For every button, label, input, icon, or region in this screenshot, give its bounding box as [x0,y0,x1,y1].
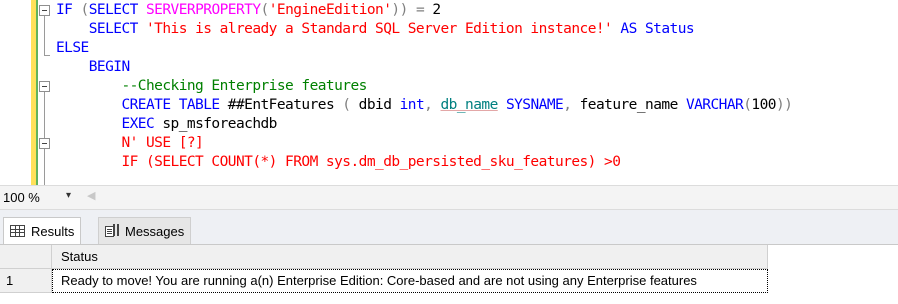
zoom-bar: 100 % ▾ ◀ [0,185,898,210]
code-token: feature_name [579,97,686,113]
results-grid: Status 1 Ready to move! You are running … [0,244,898,304]
row-number[interactable]: 1 [0,269,52,293]
code-token: )) [775,97,793,113]
sql-editor[interactable]: IF (SELECT SERVERPROPERTY('EngineEdition… [0,0,898,185]
code-line[interactable]: N' USE [?] [56,134,203,153]
code-token: CREATE TABLE [56,97,228,113]
results-tabs: Results Messages [0,210,898,244]
select-all-cell[interactable] [0,245,52,269]
collapse-exec-icon[interactable] [39,138,50,149]
code-token: IF (SELECT COUNT(*) FROM sys.dm_db_persi… [56,154,621,170]
code-token: db_name [440,97,499,113]
code-token: , [424,97,441,113]
code-token: ( [334,97,359,113]
code-token: SELECT [88,2,146,18]
code-token: SELECT [56,21,146,37]
fold-guide-if [44,11,45,55]
code-token: 'This is already a Standard SQL Server E… [145,21,613,37]
zoom-dropdown-icon[interactable]: ▾ [66,190,71,201]
status-cell[interactable]: Ready to move! You are running a(n) Ente… [52,269,768,293]
collapse-if-icon[interactable] [39,5,50,16]
code-token: 100 [751,97,776,113]
code-token: BEGIN [56,59,130,75]
tab-messages[interactable]: Messages [98,217,192,244]
grid-header-row: Status [0,245,898,269]
code-token: N' USE [?] [56,135,204,151]
code-token: 2 [432,2,441,18]
code-token: VARCHAR [685,97,744,113]
code-token: Status [644,21,695,37]
tab-messages-label: Messages [125,223,185,239]
code-token: sp_msforeachdb [162,116,277,132]
code-line[interactable]: BEGIN [56,58,130,77]
code-token: ( [80,2,90,18]
code-token: SERVERPROPERTY [146,2,261,18]
fold-end-tick [44,55,50,56]
code-token: , [563,97,580,113]
code-token: ( [260,2,270,18]
code-token: ##EntFeatures [227,97,335,113]
code-token: AS [612,21,645,37]
code-token: 'EngineEdition' [268,2,392,18]
zoom-level[interactable]: 100 % [3,190,40,205]
code-token: ELSE [56,40,89,56]
column-header-status[interactable]: Status [52,245,768,269]
code-line[interactable]: SELECT 'This is already a Standard SQL S… [56,20,695,39]
tab-results-label: Results [31,223,75,239]
table-row: 1 Ready to move! You are running a(n) En… [0,269,898,293]
code-token: SYSNAME [497,97,564,113]
fold-guide-exec [44,144,45,185]
code-line[interactable]: --Checking Enterprise features [56,77,367,96]
code-token: --Checking Enterprise features [56,78,367,94]
code-line[interactable]: ELSE [56,39,89,58]
tab-results[interactable]: Results [3,217,82,244]
code-token: dbid [358,97,400,113]
saved-lines-marker [36,0,38,185]
code-token: )) = [391,2,433,18]
code-token: EXEC [56,116,163,132]
grid-icon [10,225,25,237]
code-token: int [399,97,425,113]
scroll-left-icon[interactable]: ◀ [87,189,95,202]
code-line[interactable]: CREATE TABLE ##EntFeatures ( dbid int, d… [56,96,792,115]
messages-icon [105,224,119,238]
code-line[interactable]: IF (SELECT COUNT(*) FROM sys.dm_db_persi… [56,153,621,172]
code-line[interactable]: IF (SELECT SERVERPROPERTY('EngineEdition… [56,1,441,20]
code-token: IF [56,2,81,18]
collapse-begin-icon[interactable] [39,81,50,92]
code-line[interactable]: EXEC sp_msforeachdb [56,115,277,134]
